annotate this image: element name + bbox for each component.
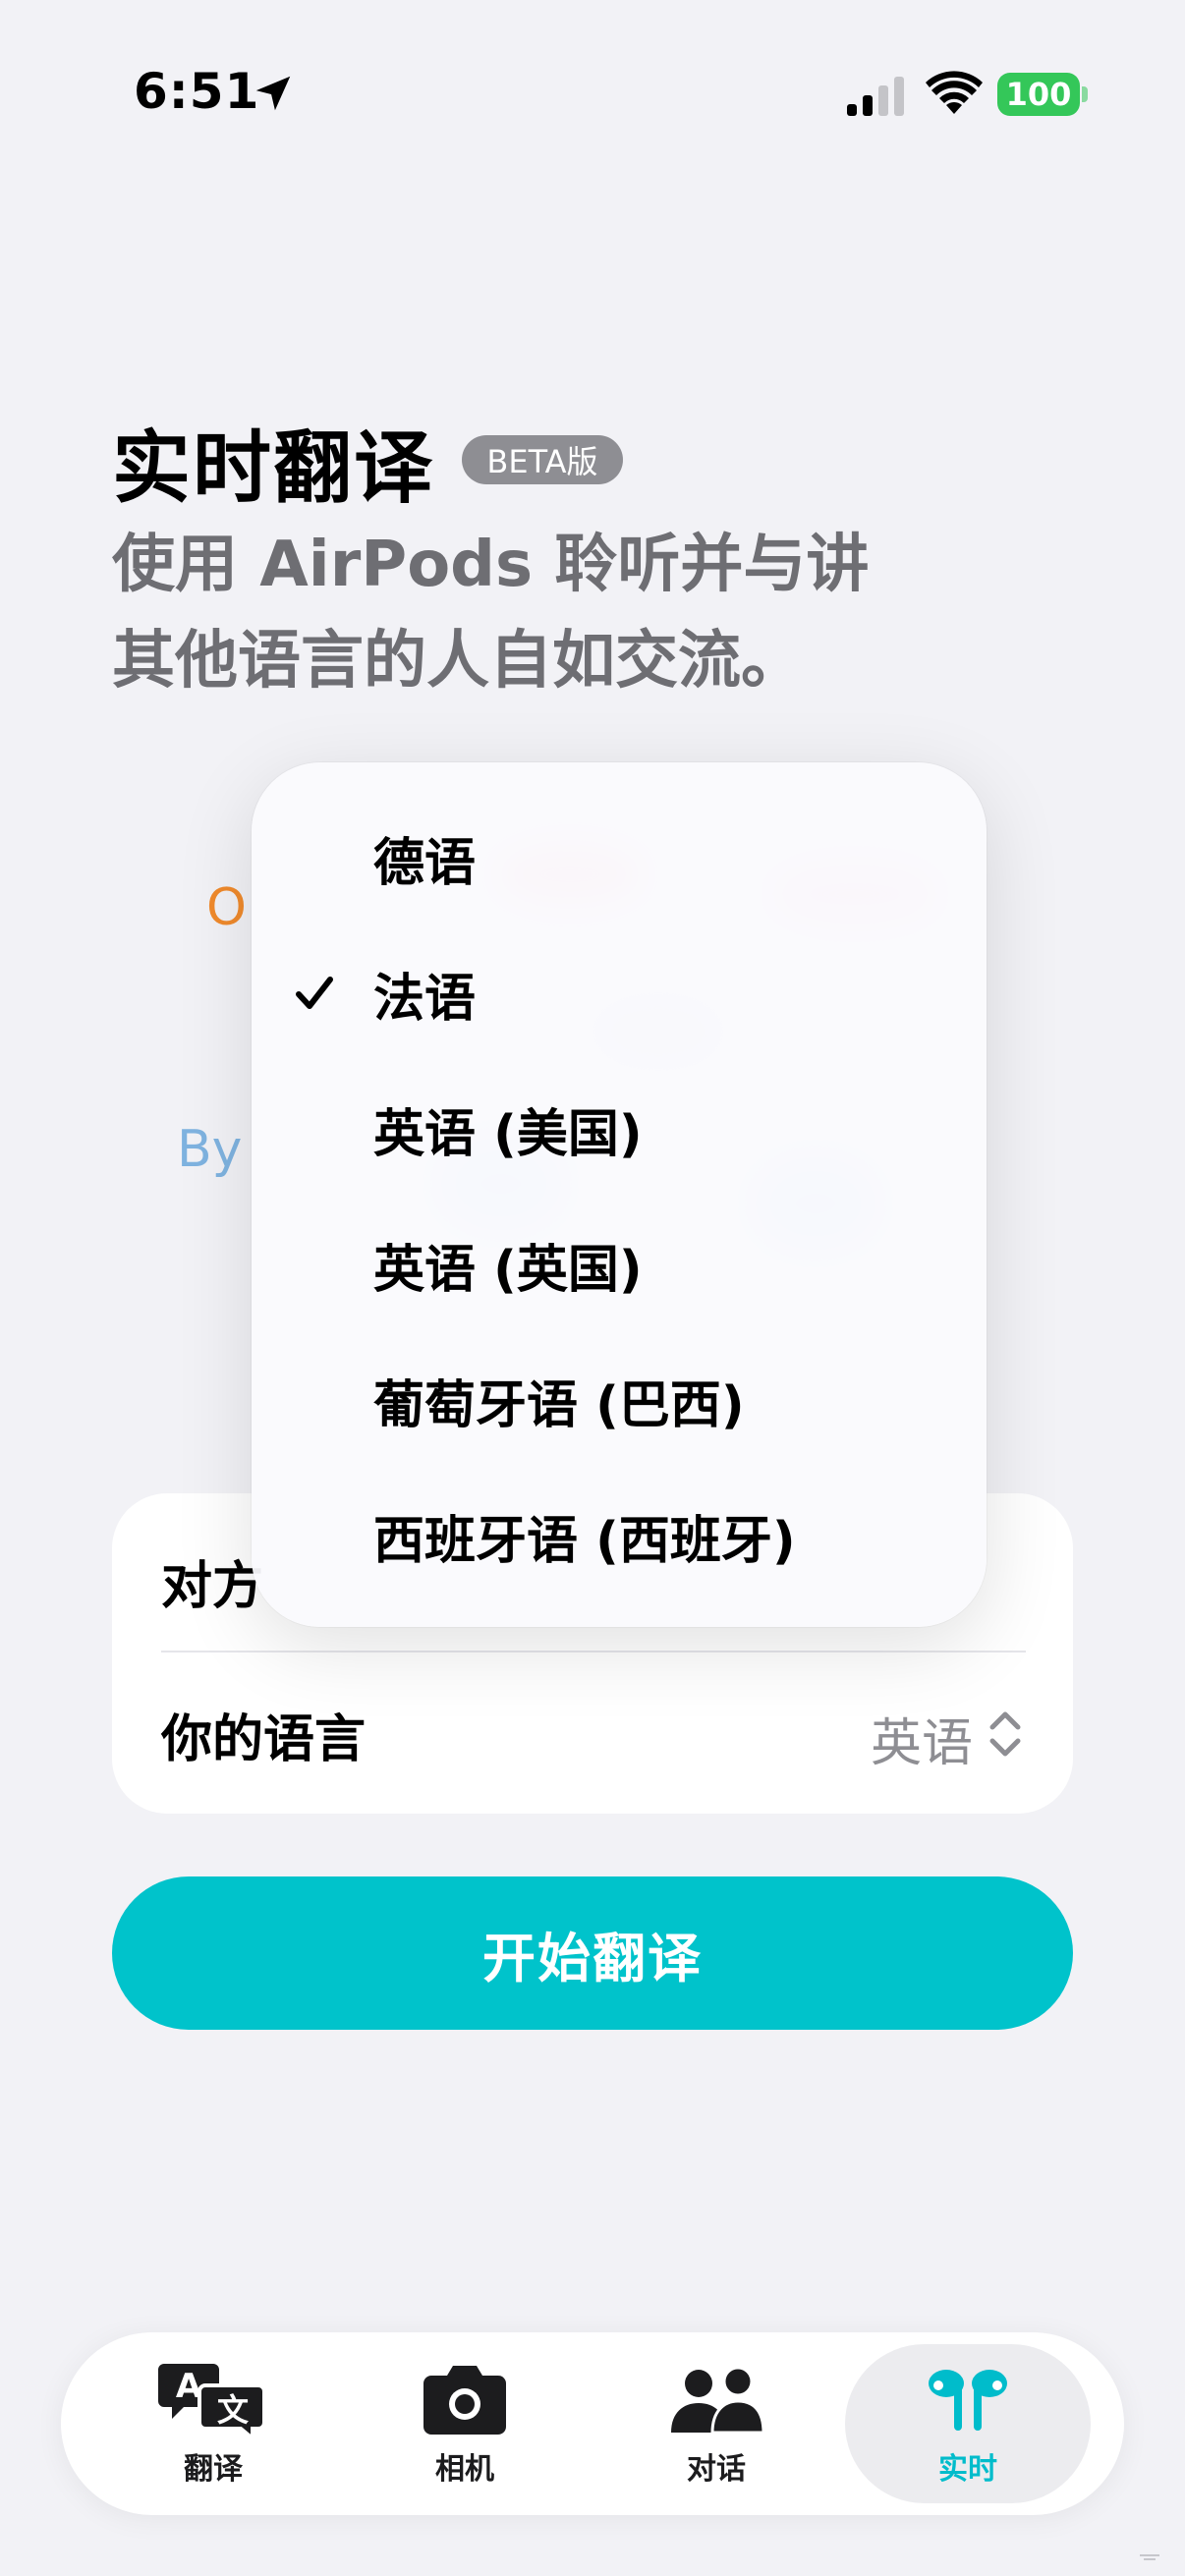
- page-subtitle: 使用 AirPods 聆听并与讲 其他语言的人自如交流。: [112, 517, 898, 709]
- page-title: 实时翻译: [112, 422, 434, 514]
- tab-conversation[interactable]: 对话: [593, 2344, 839, 2503]
- menu-item-german[interactable]: 德语: [252, 804, 987, 912]
- status-time: 6:51: [134, 63, 260, 120]
- subtitle-line-1: 使用 AirPods 聆听并与讲: [112, 529, 870, 601]
- checkmark-icon: [296, 977, 333, 1009]
- chevron-updown-icon[interactable]: [987, 1709, 1024, 1759]
- subtitle-line-2: 其他语言的人自如交流。: [112, 625, 804, 698]
- row-divider: [161, 1651, 1026, 1652]
- illustration-text-o: O: [206, 878, 247, 937]
- start-translation-button[interactable]: 开始翻译: [112, 1876, 1073, 2030]
- tab-translate[interactable]: A 文 翻译: [90, 2344, 336, 2503]
- translate-icon: A 文: [158, 2364, 266, 2438]
- other-party-label[interactable]: 对方: [161, 1544, 263, 1618]
- camera-icon: [423, 2366, 506, 2435]
- tab-camera[interactable]: 相机: [342, 2344, 588, 2503]
- battery-cap: [1082, 86, 1088, 102]
- battery-level: 100: [1005, 76, 1072, 113]
- illustration-text-by: By: [177, 1120, 243, 1179]
- menu-item-label: 西班牙语 (西班牙): [373, 1511, 796, 1571]
- menu-item-label: 英语 (美国): [373, 1104, 643, 1164]
- location-arrow-icon: [255, 76, 291, 111]
- your-language-value[interactable]: 英语: [871, 1702, 973, 1775]
- wifi-icon: [926, 71, 983, 114]
- tab-label: 翻译: [184, 2452, 243, 2487]
- menu-item-spanish-spain[interactable]: 西班牙语 (西班牙): [252, 1482, 987, 1590]
- menu-item-label: 法语: [373, 969, 477, 1029]
- svg-text:文: 文: [217, 2391, 249, 2429]
- menu-item-label: 葡萄牙语 (巴西): [373, 1375, 745, 1435]
- menu-item-label: 英语 (英国): [373, 1240, 643, 1300]
- people-icon: [671, 2366, 765, 2435]
- beta-badge: BETA版: [462, 435, 623, 484]
- airpods-icon: [929, 2370, 1007, 2431]
- status-bar: 6:51 100: [0, 0, 1185, 196]
- tab-bar: A 文 翻译 相机 对话 实时: [61, 2332, 1124, 2515]
- battery-indicator: 100: [997, 73, 1080, 116]
- tab-label: 相机: [435, 2452, 494, 2487]
- menu-item-french[interactable]: 法语: [252, 939, 987, 1047]
- page-indicator-icon: [1140, 2554, 1159, 2560]
- menu-item-english-us[interactable]: 英语 (美国): [252, 1075, 987, 1183]
- language-dropdown-menu: 德语 法语 英语 (美国) 英语 (英国) 葡萄牙语 (巴西) 西班牙语 (西班…: [252, 762, 987, 1627]
- cellular-signal-icon: [847, 77, 904, 116]
- tab-live[interactable]: 实时: [845, 2344, 1091, 2503]
- menu-item-english-uk[interactable]: 英语 (英国): [252, 1210, 987, 1318]
- menu-item-label: 德语: [373, 833, 477, 893]
- menu-item-portuguese-brazil[interactable]: 葡萄牙语 (巴西): [252, 1346, 987, 1454]
- tab-label: 实时: [938, 2452, 997, 2487]
- tab-label: 对话: [687, 2452, 746, 2487]
- your-language-label[interactable]: 你的语言: [161, 1698, 366, 1771]
